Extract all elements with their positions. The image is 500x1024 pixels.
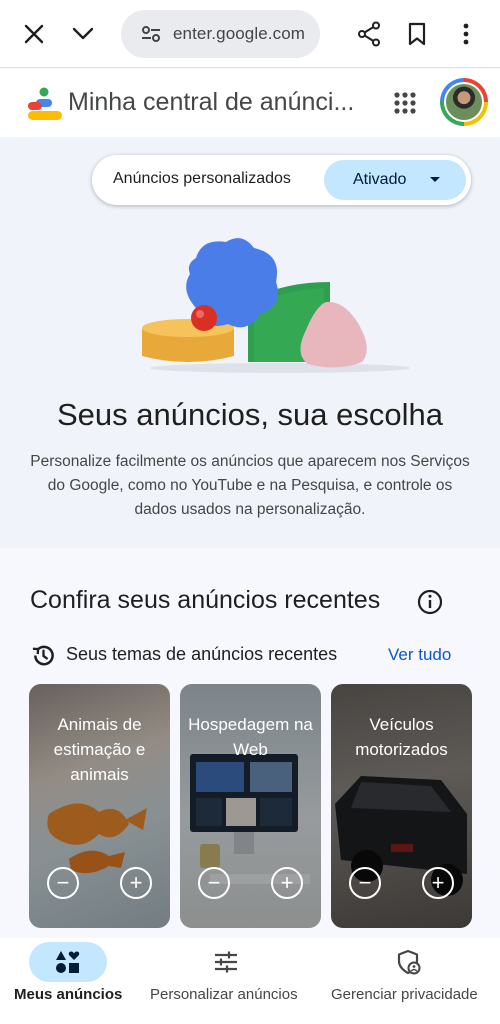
app-header: Minha central de anúnci... <box>0 69 500 137</box>
browser-toolbar: enter.google.com <box>0 0 500 68</box>
add-topic-button[interactable]: + <box>120 867 152 899</box>
nav-icon-wrap <box>187 942 265 982</box>
topic-card-title: Hospedagem na Web <box>188 715 313 759</box>
topic-card-title: Animais de estimação e animais <box>53 715 146 784</box>
my-ads-icon <box>56 951 80 973</box>
nav-my-ads[interactable]: Meus anúncios <box>0 938 136 1024</box>
nav-label: Meus anúncios <box>14 986 123 1003</box>
close-icon[interactable] <box>14 14 54 54</box>
personalized-ads-label: Anúncios personalizados <box>113 170 291 187</box>
hero-description: Personalize facilmente os anúncios que a… <box>30 453 470 518</box>
tune-icon[interactable] <box>131 24 171 44</box>
apps-grid-icon[interactable] <box>392 90 418 116</box>
recent-topics-heading: Seus temas de anúncios recentes <box>66 644 338 664</box>
chevron-down-icon[interactable] <box>63 14 103 54</box>
remove-topic-button[interactable]: − <box>198 867 230 899</box>
address-bar[interactable]: enter.google.com <box>121 10 320 58</box>
tune-settings-icon <box>215 951 237 973</box>
personalized-ads-control: Anúncios personalizados Ativado <box>92 155 471 205</box>
bottom-navigation: Meus anúncios Personalizar anúncios Gere… <box>0 938 500 1024</box>
account-avatar[interactable] <box>440 78 488 126</box>
hero-illustration <box>142 238 410 373</box>
personalized-ads-dropdown[interactable]: Ativado <box>324 160 466 200</box>
recent-ads-section: Confira seus anúncios recentes Seus tema… <box>0 548 500 938</box>
personalized-ads-value: Ativado <box>353 171 407 188</box>
nav-manage-privacy[interactable]: Gerenciar privacidade <box>328 938 494 1024</box>
topic-card-motor-vehicles[interactable]: Veículos motorizados − + <box>331 684 472 928</box>
topic-card-pets[interactable]: Animais de estimação e animais − + <box>29 684 170 928</box>
see-all-link[interactable]: Ver tudo <box>388 645 451 665</box>
app-title: Minha central de anúnci... <box>68 88 355 116</box>
topic-card-web-hosting[interactable]: Hospedagem na Web − + <box>180 684 321 928</box>
ads-center-logo <box>28 87 62 120</box>
add-topic-button[interactable]: + <box>271 867 303 899</box>
more-vert-icon[interactable] <box>446 14 486 54</box>
share-icon[interactable] <box>349 14 389 54</box>
remove-topic-button[interactable]: − <box>47 867 79 899</box>
bookmark-icon[interactable] <box>397 14 437 54</box>
nav-customize-ads[interactable]: Personalizar anúncios <box>148 938 308 1024</box>
nav-label: Gerenciar privacidade <box>331 986 478 1003</box>
remove-topic-button[interactable]: − <box>349 867 381 899</box>
history-icon <box>32 645 54 666</box>
nav-icon-wrap <box>370 942 448 982</box>
nav-label: Personalizar anúncios <box>150 986 298 1003</box>
info-icon[interactable] <box>417 589 443 615</box>
topic-card-title: Veículos motorizados <box>355 715 448 759</box>
recent-ads-heading: Confira seus anúncios recentes <box>30 586 381 614</box>
privacy-shield-icon <box>397 949 421 975</box>
nav-active-indicator <box>29 942 107 982</box>
add-topic-button[interactable]: + <box>422 867 454 899</box>
hero-title: Seus anúncios, sua escolha <box>56 397 444 432</box>
url-text: enter.google.com <box>173 24 306 43</box>
dropdown-caret-icon <box>430 177 440 182</box>
